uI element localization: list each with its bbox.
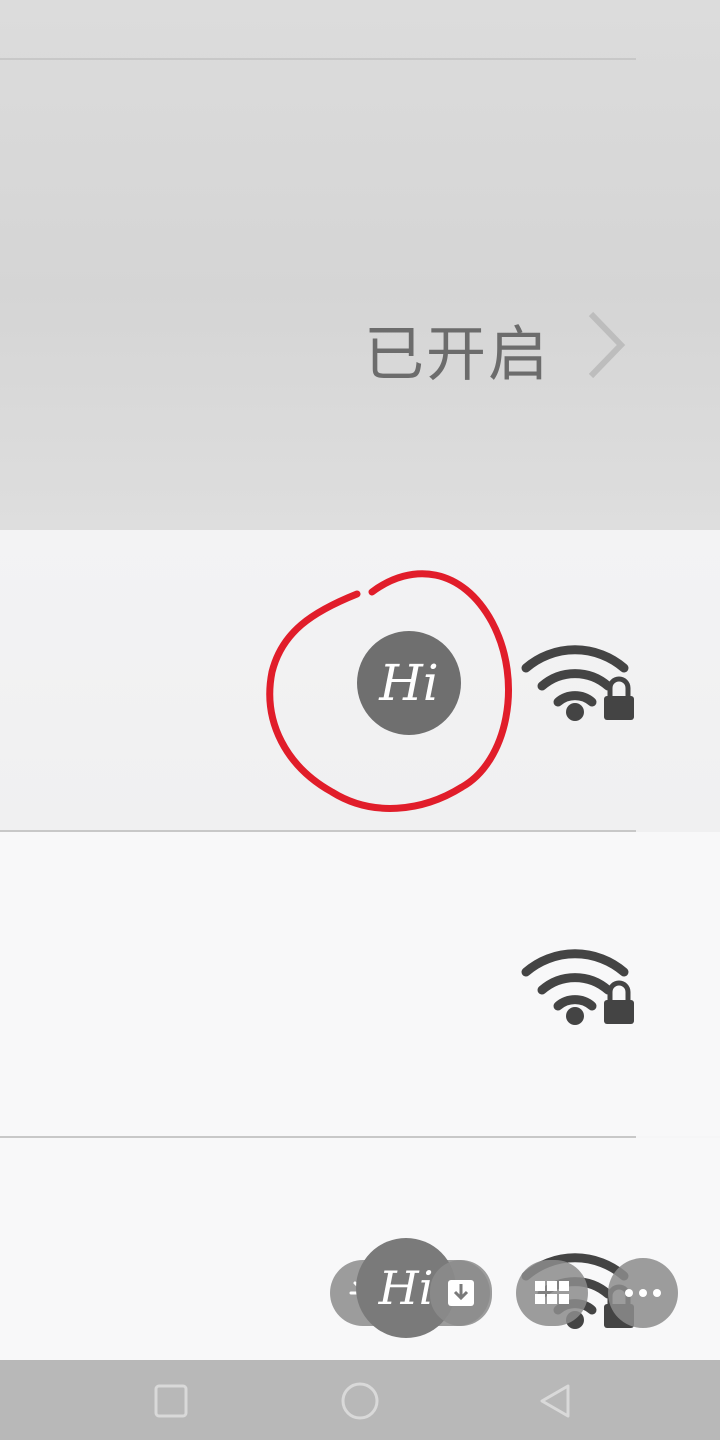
grid-icon	[535, 1281, 569, 1304]
circle-icon[interactable]	[337, 1378, 383, 1424]
wifi-lock-icon	[521, 645, 634, 721]
more-icon	[625, 1289, 661, 1297]
hi-label: Hi	[378, 1261, 434, 1315]
back-triangle-icon[interactable]	[532, 1378, 578, 1424]
hi-label: Hi	[378, 654, 439, 712]
divider-top	[0, 58, 636, 60]
chevron-right-icon	[588, 311, 626, 379]
floating-toolbar: Hi	[330, 1238, 680, 1338]
hi-hotspot-icon: Hi	[357, 631, 461, 735]
wifi-lock-icon	[521, 949, 634, 1025]
status-label: 已开启	[364, 320, 550, 390]
navigation-bar	[0, 1360, 720, 1440]
download-button[interactable]	[430, 1260, 492, 1326]
grid-button[interactable]	[516, 1260, 588, 1326]
settings-panel: 已开启	[0, 0, 720, 530]
more-button[interactable]	[608, 1258, 678, 1328]
download-icon	[448, 1280, 474, 1306]
settings-row[interactable]: 已开启	[0, 130, 720, 390]
square-icon[interactable]	[148, 1378, 194, 1424]
